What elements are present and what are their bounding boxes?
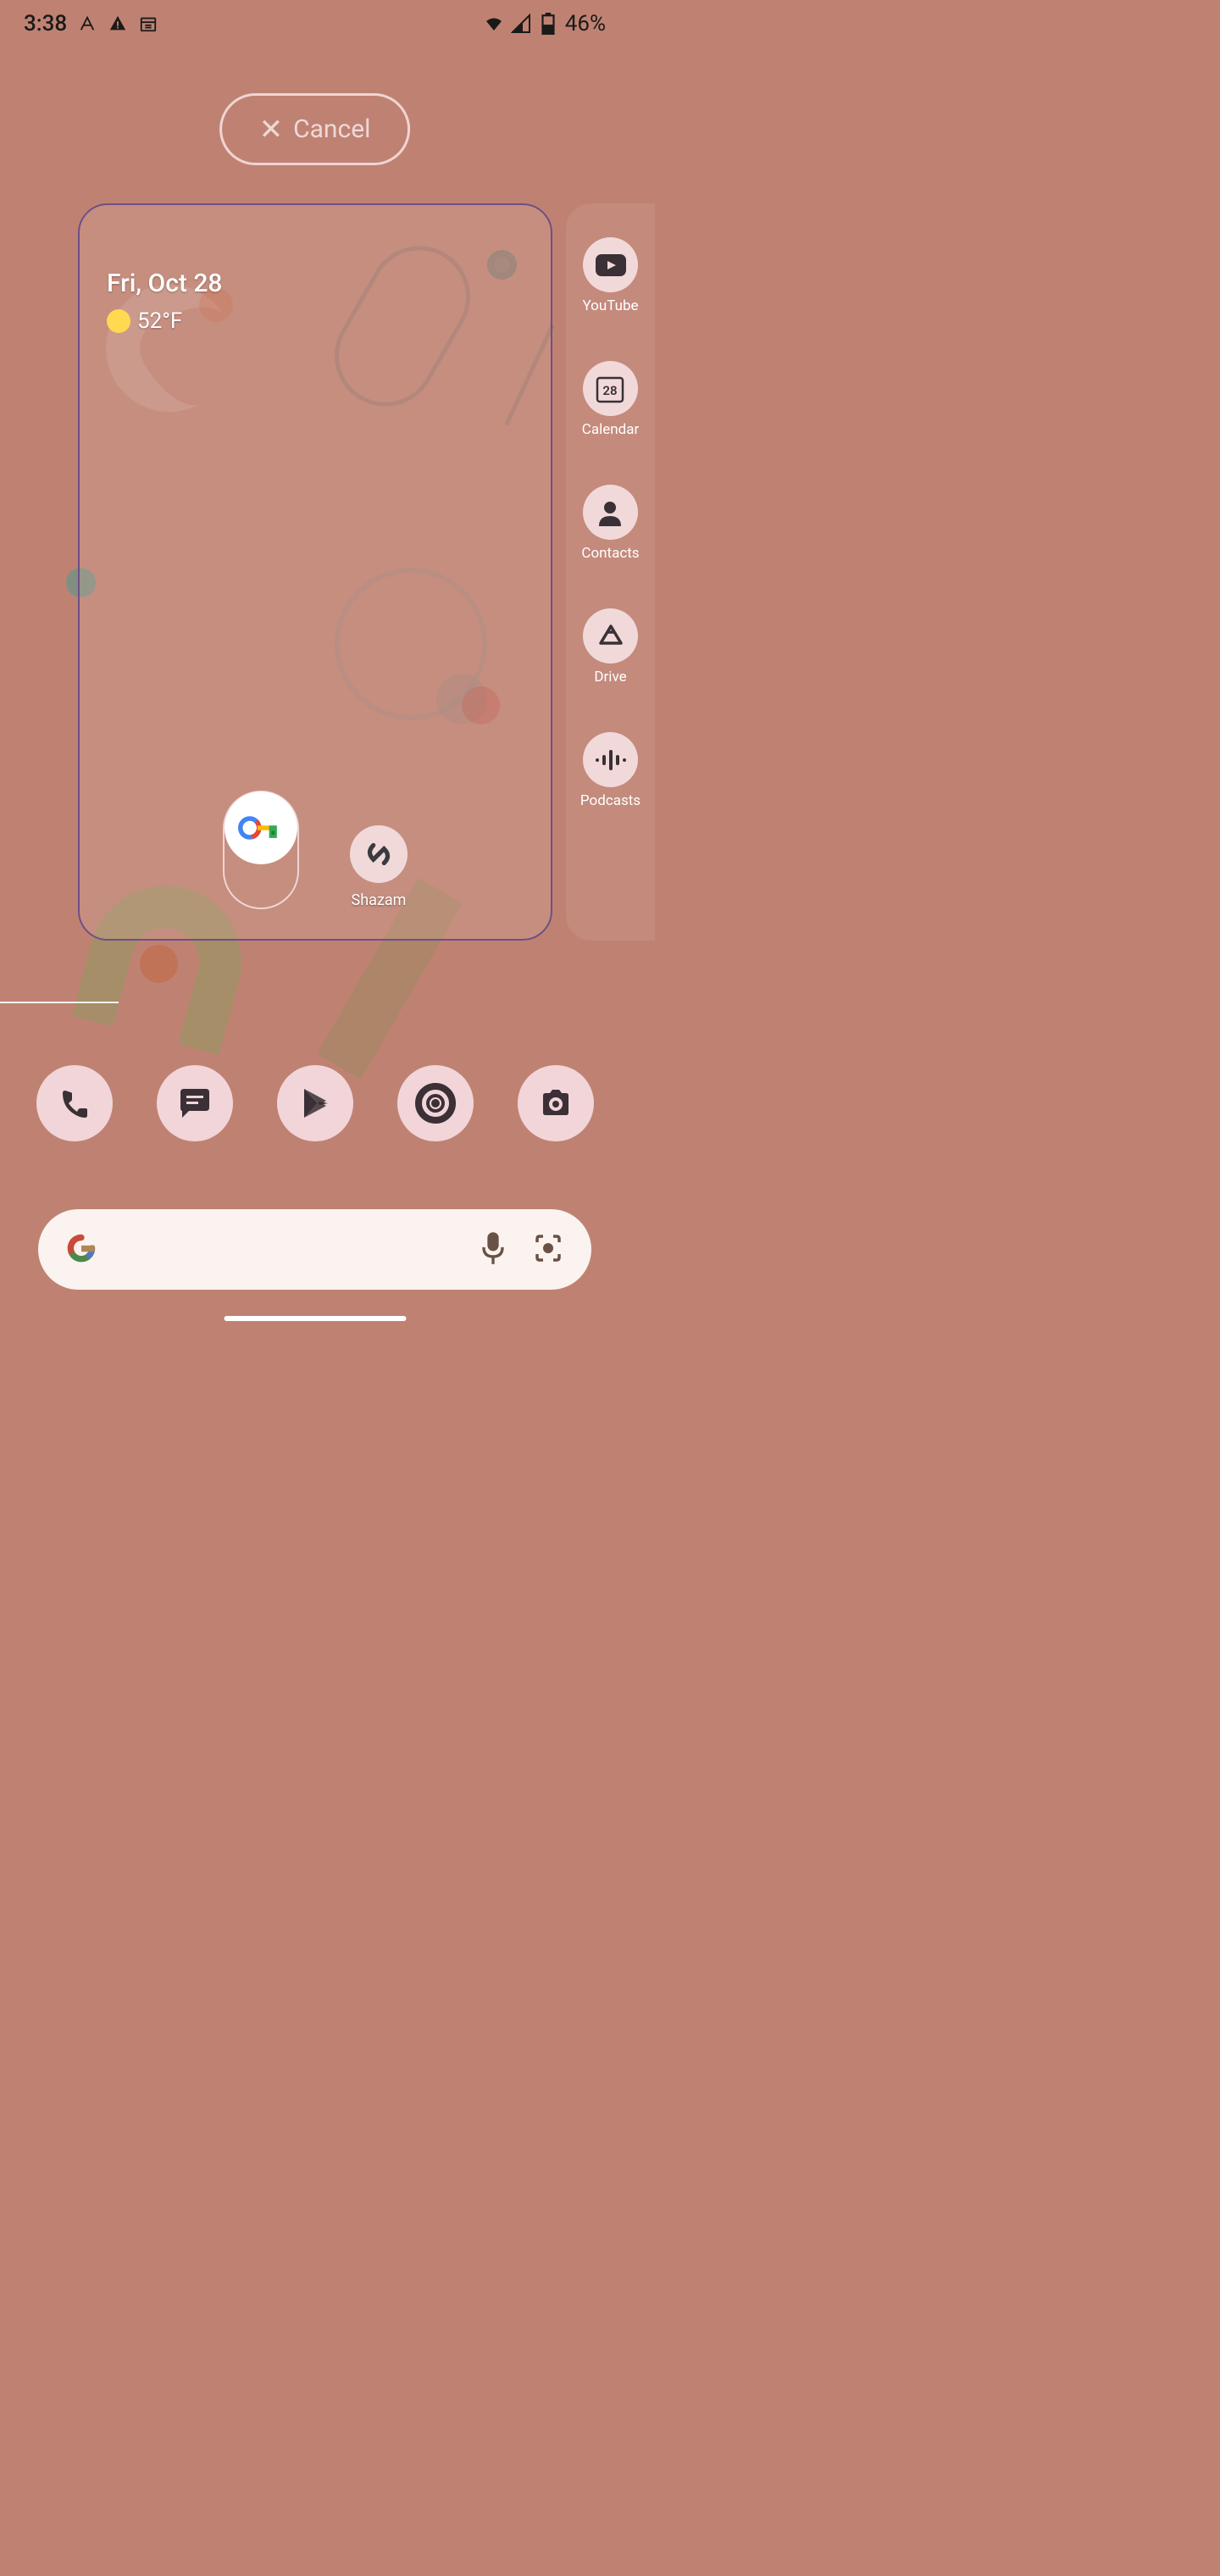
password-manager-app-icon[interactable]: [225, 791, 297, 864]
status-battery-pct: 46%: [565, 11, 606, 36]
status-time: 3:38: [24, 11, 67, 36]
page-indicator: [0, 991, 119, 1003]
sun-icon: [107, 309, 130, 333]
lens-icon[interactable]: [530, 1230, 566, 1269]
phone-app[interactable]: [36, 1065, 113, 1141]
shazam-app[interactable]: Shazam: [350, 825, 408, 909]
close-icon: ✕: [259, 115, 284, 144]
shazam-icon: [350, 825, 408, 883]
cancel-button[interactable]: ✕ Cancel: [219, 93, 411, 165]
calendar-app[interactable]: 28 Calendar: [582, 361, 639, 438]
app-drop-target[interactable]: [223, 791, 299, 909]
dock: [0, 1065, 629, 1141]
contacts-icon: [583, 485, 638, 540]
app-label: Podcasts: [580, 792, 640, 809]
app-label: Drive: [594, 669, 626, 686]
mic-icon[interactable]: [480, 1230, 507, 1269]
play-store-app[interactable]: [277, 1065, 353, 1141]
navigation-handle[interactable]: [224, 1316, 406, 1321]
temperature-text: 52°F: [137, 308, 182, 334]
battery-icon: [538, 14, 558, 34]
search-bar[interactable]: [38, 1209, 591, 1290]
at-a-glance-widget[interactable]: Fri, Oct 28 52°F: [107, 269, 222, 334]
next-page-preview[interactable]: YouTube 28 Calendar Contacts Drive Podca…: [566, 203, 655, 941]
home-screen-preview[interactable]: Fri, Oct 28 52°F: [78, 203, 552, 941]
cancel-label: Cancel: [293, 114, 370, 144]
youtube-icon: [583, 237, 638, 292]
wifi-icon: [484, 14, 504, 34]
wallpaper-decoration: [140, 945, 178, 983]
podcasts-app[interactable]: Podcasts: [580, 732, 640, 809]
app-label: Calendar: [582, 421, 639, 438]
status-bar: 3:38 46%: [0, 0, 629, 47]
podcasts-icon: [583, 732, 638, 787]
app-label: Contacts: [581, 545, 639, 562]
google-logo-icon: [64, 1230, 99, 1269]
youtube-app[interactable]: YouTube: [582, 237, 638, 314]
calendar-status-icon: [138, 14, 158, 34]
app-label: YouTube: [582, 297, 638, 314]
calendar-icon: 28: [583, 361, 638, 416]
drive-icon: [583, 608, 638, 663]
date-text: Fri, Oct 28: [107, 269, 222, 298]
font-icon: [77, 14, 97, 34]
messages-app[interactable]: [157, 1065, 233, 1141]
chrome-app[interactable]: [397, 1065, 474, 1141]
signal-icon: [511, 14, 531, 34]
contacts-app[interactable]: Contacts: [581, 485, 639, 562]
camera-app[interactable]: [518, 1065, 594, 1141]
app-label: Shazam: [352, 891, 407, 909]
warning-icon: [108, 14, 128, 34]
svg-text:28: 28: [603, 383, 618, 398]
drive-app[interactable]: Drive: [583, 608, 638, 686]
